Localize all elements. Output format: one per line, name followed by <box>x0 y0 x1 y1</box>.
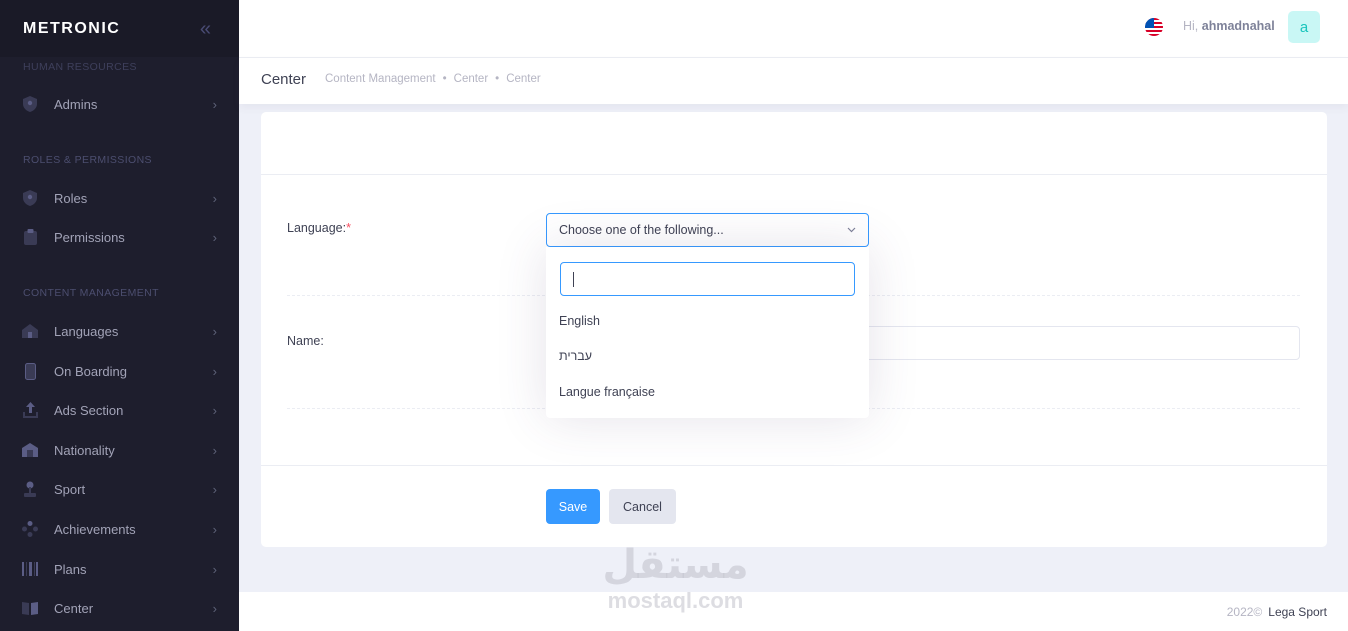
breadcrumb-separator: • <box>495 73 500 85</box>
top-header: Hi, ahmadnahal a <box>239 0 1348 58</box>
page-footer: 2022© Lega Sport <box>239 592 1348 631</box>
breadcrumb-item[interactable]: Center <box>506 73 541 85</box>
chevron-right-icon: › <box>212 323 217 339</box>
chevron-right-icon: › <box>212 402 217 418</box>
breadcrumb-separator: • <box>442 73 447 85</box>
watermark-arabic: مستقل <box>602 542 749 588</box>
chevron-right-icon: › <box>212 561 217 577</box>
username: ahmadnahal <box>1201 19 1275 33</box>
section-label-human-resources: HUMAN RESOURCES <box>23 61 137 73</box>
sidebar-item-label: Sport <box>54 481 86 497</box>
sidebar-item-plans[interactable]: Plans › <box>0 549 239 589</box>
sidebar-item-label: Languages <box>54 323 119 339</box>
required-mark: * <box>346 221 351 235</box>
name-label: Name: <box>287 334 324 348</box>
chevron-down-icon <box>847 224 856 236</box>
chevron-right-icon: › <box>212 190 217 206</box>
user-greeting[interactable]: Hi, ahmadnahal <box>1183 19 1275 33</box>
sidebar-item-nationality[interactable]: Nationality › <box>0 430 239 470</box>
card-footer-divider <box>261 465 1327 466</box>
language-select-value: Choose one of the following... <box>559 223 724 237</box>
sidebar-item-admins[interactable]: Admins › <box>0 84 239 124</box>
text-caret <box>573 272 574 287</box>
sidebar-item-permissions[interactable]: Permissions › <box>0 217 239 257</box>
shield-icon <box>22 96 38 112</box>
shield-icon <box>22 190 38 206</box>
save-button[interactable]: Save <box>546 489 600 524</box>
sidebar: METRONIC « HUMAN RESOURCES Admins › ROLE… <box>0 0 239 631</box>
language-label-text: Language: <box>287 221 347 235</box>
footer-text: 2022© Lega Sport <box>1227 605 1327 619</box>
cancel-button[interactable]: Cancel <box>609 489 676 524</box>
breadcrumb-item[interactable]: Content Management <box>325 73 436 85</box>
sidebar-item-label: On Boarding <box>54 363 127 379</box>
sidebar-item-ads-section[interactable]: Ads Section › <box>0 390 239 430</box>
footer-year: 2022© <box>1226 605 1263 619</box>
brand-bar: METRONIC « <box>0 0 239 57</box>
sidebar-item-achievements[interactable]: Achievements › <box>0 509 239 549</box>
section-label-roles-permissions: ROLES & PERMISSIONS <box>23 154 152 166</box>
barcode-icon <box>22 561 38 577</box>
chevron-right-icon: › <box>212 229 217 245</box>
language-dropdown: English עברית Langue française <box>546 247 869 418</box>
sidebar-item-label: Nationality <box>54 442 115 458</box>
upload-icon <box>22 402 38 418</box>
us-flag-icon[interactable] <box>1145 18 1163 36</box>
sidebar-item-label: Plans <box>54 561 87 577</box>
chevron-right-icon: › <box>212 442 217 458</box>
footer-company-link[interactable]: Lega Sport <box>1268 605 1327 619</box>
home-icon <box>22 323 38 339</box>
gamepad-icon <box>22 521 38 537</box>
sidebar-item-roles[interactable]: Roles › <box>0 178 239 218</box>
section-label-content-management: CONTENT MANAGEMENT <box>23 287 159 299</box>
subheader: Center Content Management • Center • Cen… <box>239 58 1348 104</box>
language-option-english[interactable]: English <box>559 314 600 328</box>
phone-icon <box>22 362 38 380</box>
greeting-prefix: Hi, <box>1183 19 1199 33</box>
avatar[interactable]: a <box>1288 11 1320 43</box>
building-icon <box>22 442 38 458</box>
sidebar-item-label: Permissions <box>54 229 125 245</box>
book-icon <box>22 600 38 616</box>
joystick-icon <box>22 481 38 497</box>
sidebar-item-sport[interactable]: Sport › <box>0 469 239 509</box>
breadcrumb: Content Management • Center • Center <box>325 73 541 85</box>
page-title: Center <box>261 71 307 88</box>
breadcrumb-item[interactable]: Center <box>454 73 489 85</box>
chevron-right-icon: › <box>212 481 217 497</box>
chevron-right-icon: › <box>212 363 217 379</box>
card-header-divider <box>261 174 1327 175</box>
language-label: Language:* <box>287 221 351 235</box>
brand-logo[interactable]: METRONIC <box>23 20 120 38</box>
sidebar-item-label: Center <box>54 600 94 616</box>
language-option-hebrew[interactable]: עברית <box>559 349 592 363</box>
sidebar-item-label: Roles <box>54 190 88 206</box>
double-chevron-left-icon[interactable]: « <box>200 19 211 39</box>
chevron-right-icon: › <box>212 521 217 537</box>
sidebar-item-on-boarding[interactable]: On Boarding › <box>0 351 239 391</box>
chevron-right-icon: › <box>212 600 217 616</box>
sidebar-item-languages[interactable]: Languages › <box>0 311 239 351</box>
sidebar-item-label: Achievements <box>54 521 136 537</box>
clipboard-icon <box>22 229 38 245</box>
dropdown-search-input[interactable] <box>560 262 855 296</box>
chevron-right-icon: › <box>212 96 217 112</box>
sidebar-item-label: Ads Section <box>54 402 124 418</box>
language-option-french[interactable]: Langue française <box>559 385 655 399</box>
language-select[interactable]: Choose one of the following... <box>546 213 869 247</box>
sidebar-item-label: Admins <box>54 96 98 112</box>
sidebar-item-center[interactable]: Center › <box>0 588 239 628</box>
